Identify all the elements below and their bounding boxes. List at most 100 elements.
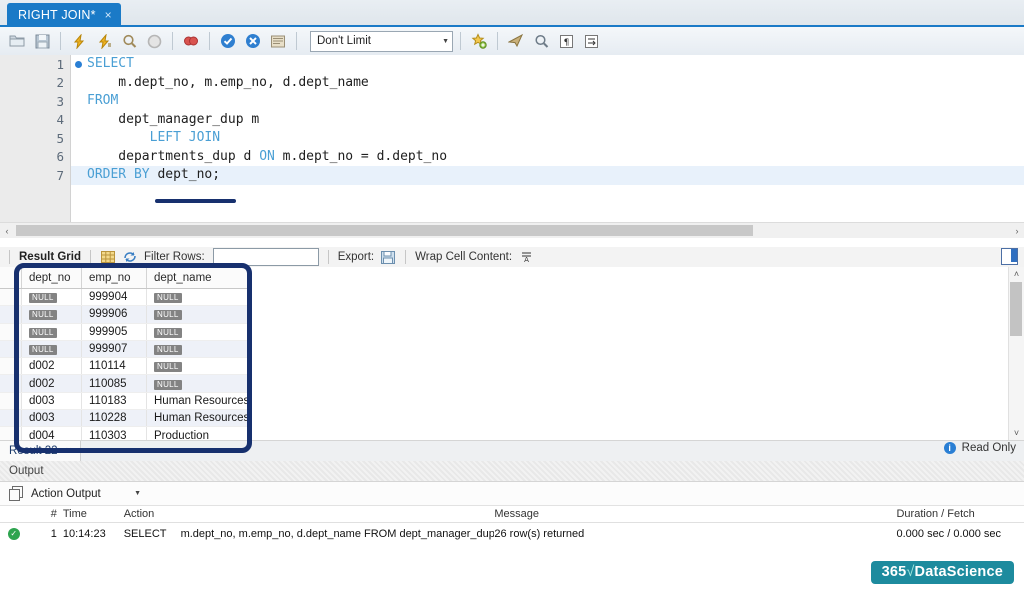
filter-rows-input[interactable]: [213, 248, 319, 266]
row-selector-cell[interactable]: [0, 427, 22, 440]
cell-dept-no[interactable]: d003: [22, 392, 82, 409]
code-line[interactable]: FROM: [71, 92, 1024, 111]
table-row[interactable]: d003110183Human Resources: [0, 392, 250, 409]
scroll-up-icon[interactable]: ˄: [1009, 267, 1024, 281]
cell-emp-no[interactable]: 999907: [82, 340, 147, 357]
result-grid[interactable]: dept_no emp_no dept_name NULL999904NULLN…: [0, 267, 1024, 440]
cell-dept-no[interactable]: NULL: [22, 306, 82, 323]
refresh-icon[interactable]: [122, 250, 138, 264]
line-number: 5: [0, 129, 70, 148]
row-selector-cell[interactable]: [0, 358, 22, 375]
editor-horizontal-scrollbar[interactable]: ‹ ›: [0, 222, 1024, 238]
column-header-dept-no[interactable]: dept_no: [22, 267, 82, 289]
cell-dept-name[interactable]: Human Resources: [147, 392, 250, 409]
row-selector-cell[interactable]: [0, 289, 22, 306]
row-selector-cell[interactable]: [0, 323, 22, 340]
grid-icon[interactable]: [100, 250, 116, 264]
scroll-left-icon[interactable]: ‹: [0, 226, 14, 236]
scrollbar-track[interactable]: [14, 224, 1010, 237]
cell-dept-name[interactable]: NULL: [147, 289, 250, 306]
cell-emp-no[interactable]: 999904: [82, 289, 147, 306]
execute-current-statement-icon[interactable]: [93, 30, 115, 52]
row-selector-cell[interactable]: [0, 375, 22, 392]
save-sql-file-icon[interactable]: [31, 30, 53, 52]
table-row[interactable]: d002110085NULL: [0, 375, 250, 392]
beautify-query-icon[interactable]: [505, 30, 527, 52]
table-row[interactable]: NULL999905NULL: [0, 323, 250, 340]
table-row[interactable]: NULL999906NULL: [0, 306, 250, 323]
output-panel-header[interactable]: Output: [0, 461, 1024, 482]
table-row[interactable]: d002110114NULL: [0, 358, 250, 375]
cell-emp-no[interactable]: 110085: [82, 375, 147, 392]
cell-dept-name[interactable]: NULL: [147, 375, 250, 392]
code-line[interactable]: SELECT: [71, 55, 1024, 74]
close-icon[interactable]: ×: [105, 8, 112, 22]
stop-execution-icon[interactable]: [143, 30, 165, 52]
cell-dept-name[interactable]: Production: [147, 427, 250, 440]
cell-dept-name[interactable]: NULL: [147, 340, 250, 357]
code-line[interactable]: departments_dup d ON m.dept_no = d.dept_…: [71, 148, 1024, 167]
close-icon[interactable]: ×: [66, 445, 72, 457]
code-line[interactable]: ORDER BY dept_no;: [71, 166, 1024, 185]
row-selector-cell[interactable]: [0, 392, 22, 409]
sql-code-area[interactable]: SELECT m.dept_no, m.emp_no, d.dept_name …: [71, 55, 1024, 222]
find-icon[interactable]: [530, 30, 552, 52]
column-header-dept-name[interactable]: dept_name: [147, 267, 250, 289]
table-row[interactable]: d004110303Production: [0, 427, 250, 440]
cell-dept-no[interactable]: NULL: [22, 340, 82, 357]
row-limit-select[interactable]: Don't Limit ▼: [310, 31, 453, 52]
editor-tab-right-join[interactable]: RIGHT JOIN* ×: [7, 3, 121, 26]
cell-dept-no[interactable]: NULL: [22, 289, 82, 306]
cell-dept-no[interactable]: d004: [22, 427, 82, 440]
wrap-cell-icon[interactable]: A: [518, 250, 534, 264]
toggle-wrapping-icon[interactable]: [580, 30, 602, 52]
code-line[interactable]: LEFT JOIN: [71, 129, 1024, 148]
table-row[interactable]: NULL999904NULL: [0, 289, 250, 306]
table-row[interactable]: NULL999907NULL: [0, 340, 250, 357]
copy-icon[interactable]: [9, 486, 24, 501]
cell-dept-no[interactable]: d003: [22, 410, 82, 427]
open-sql-file-icon[interactable]: [6, 30, 28, 52]
cell-emp-no[interactable]: 110228: [82, 410, 147, 427]
cell-dept-name[interactable]: Human Resources: [147, 410, 250, 427]
sql-editor[interactable]: 1 2 3 4 5 6 7 SELECT m.dept_no, m.emp_no…: [0, 55, 1024, 222]
save-snippet-icon[interactable]: [468, 30, 490, 52]
execute-statement-icon[interactable]: [68, 30, 90, 52]
cell-dept-name[interactable]: NULL: [147, 306, 250, 323]
action-output-row[interactable]: ✓ 1 10:14:23 SELECT m.dept_no, m.emp_no,…: [0, 523, 1024, 545]
code-line[interactable]: m.dept_no, m.emp_no, d.dept_name: [71, 74, 1024, 93]
commit-icon[interactable]: [217, 30, 239, 52]
sql-text: dept_manager_dup m: [87, 112, 259, 127]
toggle-execution-mode-icon[interactable]: [180, 30, 202, 52]
column-header-emp-no[interactable]: emp_no: [82, 267, 147, 289]
rollback-icon[interactable]: [242, 30, 264, 52]
toolbar-divider: [209, 32, 210, 50]
export-icon[interactable]: [380, 250, 396, 264]
scroll-down-icon[interactable]: ˅: [1009, 426, 1024, 440]
toggle-invisible-characters-icon[interactable]: ¶: [555, 30, 577, 52]
scrollbar-thumb[interactable]: [1010, 282, 1022, 336]
result-tab-22[interactable]: Result 22 ×: [0, 441, 81, 461]
cell-dept-name[interactable]: NULL: [147, 358, 250, 375]
result-grid-vertical-scrollbar[interactable]: ˄ ˅: [1008, 267, 1024, 440]
cell-dept-no[interactable]: NULL: [22, 323, 82, 340]
table-row[interactable]: d003110228Human Resources: [0, 410, 250, 427]
cell-emp-no[interactable]: 999906: [82, 306, 147, 323]
cell-dept-no[interactable]: d002: [22, 358, 82, 375]
row-selector-cell[interactable]: [0, 340, 22, 357]
cell-emp-no[interactable]: 110114: [82, 358, 147, 375]
toggle-sidebar-icon[interactable]: [1001, 248, 1018, 265]
output-mode-select[interactable]: Action Output ▼: [31, 485, 141, 502]
autocommit-icon[interactable]: [267, 30, 289, 52]
row-selector-cell[interactable]: [0, 306, 22, 323]
cell-emp-no[interactable]: 110303: [82, 427, 147, 440]
scroll-right-icon[interactable]: ›: [1010, 226, 1024, 236]
scrollbar-thumb[interactable]: [16, 225, 753, 236]
cell-emp-no[interactable]: 110183: [82, 392, 147, 409]
explain-query-icon[interactable]: [118, 30, 140, 52]
cell-dept-name[interactable]: NULL: [147, 323, 250, 340]
code-line[interactable]: dept_manager_dup m: [71, 111, 1024, 130]
cell-emp-no[interactable]: 999905: [82, 323, 147, 340]
cell-dept-no[interactable]: d002: [22, 375, 82, 392]
row-selector-cell[interactable]: [0, 410, 22, 427]
